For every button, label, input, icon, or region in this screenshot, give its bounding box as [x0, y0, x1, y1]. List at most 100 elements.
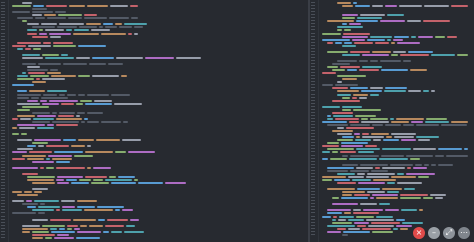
code-token	[27, 23, 39, 26]
code-token	[76, 236, 100, 239]
code-token	[343, 230, 370, 233]
code-token	[89, 63, 106, 65]
line-number	[1, 120, 5, 122]
code-token	[375, 166, 380, 169]
code-token	[332, 111, 353, 114]
code-token	[400, 53, 429, 56]
code-token	[46, 5, 67, 8]
line-number	[1, 175, 5, 177]
code-token	[53, 44, 76, 47]
code-token	[32, 188, 48, 191]
line-number	[311, 200, 315, 202]
code-token	[37, 127, 54, 130]
code-token	[370, 93, 379, 96]
line-number	[311, 117, 315, 119]
code-token	[78, 75, 90, 78]
line-number	[311, 197, 315, 199]
code-token	[327, 142, 339, 145]
code-token	[40, 166, 44, 169]
code-token	[353, 209, 361, 212]
line-number	[1, 194, 5, 196]
code-token	[124, 230, 144, 233]
line-number	[311, 29, 315, 31]
code-token	[96, 139, 120, 142]
line-number	[1, 47, 5, 49]
code-token	[357, 172, 365, 175]
code-token	[12, 200, 24, 203]
code-token	[342, 191, 365, 194]
code-token	[353, 2, 357, 4]
code-token	[341, 142, 368, 145]
code-token	[382, 166, 405, 169]
code-token	[121, 75, 127, 78]
code-token	[86, 23, 101, 26]
code-token	[355, 114, 376, 117]
line-number	[1, 59, 5, 61]
code-token	[360, 163, 388, 166]
line-number	[311, 163, 315, 165]
code-token	[101, 120, 121, 123]
code-token	[431, 53, 455, 56]
code-token	[74, 154, 93, 157]
code-token	[78, 139, 94, 142]
line-number	[1, 14, 5, 16]
close-button[interactable]: ×	[413, 227, 425, 239]
line-number	[1, 218, 5, 220]
code-token	[386, 136, 392, 139]
code-token	[385, 87, 407, 90]
code-token	[370, 197, 374, 200]
code-token	[438, 148, 462, 151]
code-token	[418, 139, 430, 142]
line-number	[311, 17, 315, 19]
code-token	[61, 200, 75, 203]
code-token	[372, 230, 393, 233]
code-token	[97, 206, 124, 209]
line-number	[1, 20, 5, 22]
code-token	[47, 17, 66, 20]
code-token	[332, 203, 358, 206]
code-token	[327, 212, 342, 215]
line-number	[1, 108, 5, 110]
code-token	[372, 50, 391, 53]
code-token	[419, 209, 423, 212]
code-token	[406, 154, 433, 157]
line-number	[1, 5, 5, 7]
code-token	[12, 157, 25, 160]
line-number	[311, 139, 315, 141]
code-token	[391, 53, 398, 56]
code-token	[84, 17, 107, 20]
code-token	[32, 233, 55, 236]
code-token	[339, 215, 354, 218]
code-token	[327, 148, 354, 151]
code-token	[32, 111, 50, 114]
code-token	[363, 209, 383, 212]
code-token	[77, 200, 97, 203]
html-editor-pane[interactable]	[0, 0, 309, 242]
code-token	[397, 181, 422, 184]
code-token	[27, 206, 36, 209]
code-token	[393, 38, 403, 41]
code-token	[47, 72, 61, 75]
line-number	[311, 157, 315, 159]
code-token	[327, 230, 341, 233]
css-editor-pane[interactable]	[310, 0, 474, 242]
minimize-button[interactable]: –	[428, 227, 440, 239]
code-token	[176, 56, 201, 59]
code-token	[431, 90, 435, 93]
code-token	[29, 90, 45, 93]
fullscreen-button[interactable]: ⤢	[443, 227, 455, 239]
line-number	[1, 26, 5, 28]
line-number	[1, 191, 5, 193]
code-token	[349, 157, 377, 160]
code-token	[27, 157, 44, 160]
code-token	[387, 38, 391, 41]
line-number	[1, 41, 5, 43]
code-token	[22, 72, 26, 75]
line-number	[1, 203, 5, 205]
code-token	[56, 117, 82, 120]
code-token	[17, 90, 27, 93]
code-token	[337, 93, 351, 96]
code-token	[22, 20, 27, 23]
more-button[interactable]: ⋯	[458, 227, 470, 239]
line-number	[311, 44, 315, 46]
